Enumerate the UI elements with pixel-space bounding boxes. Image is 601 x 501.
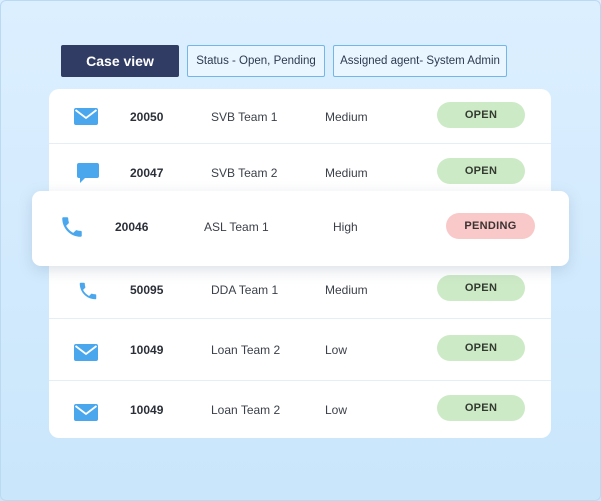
case-id: 10049 — [130, 403, 164, 417]
case-team: ASL Team 1 — [204, 220, 269, 234]
status-badge: OPEN — [437, 102, 525, 128]
case-team: Loan Team 2 — [211, 403, 281, 417]
case-priority: Low — [325, 343, 348, 357]
filter-bar: Case view Status - Open, Pending Assigne… — [61, 45, 507, 77]
case-id: 20050 — [130, 110, 164, 124]
status-badge: OPEN — [437, 395, 525, 421]
case-id: 20047 — [130, 166, 164, 180]
case-row[interactable]: 10049 Loan Team 2 Low OPEN — [49, 381, 551, 437]
case-id: 20046 — [115, 220, 149, 234]
row-divider — [49, 318, 551, 319]
case-row-highlighted[interactable]: 20046 ASL Team 1 High PENDING — [32, 191, 569, 266]
case-priority: Low — [325, 403, 348, 417]
status-badge: PENDING — [446, 213, 535, 239]
case-priority: Medium — [325, 110, 368, 124]
case-team: DDA Team 1 — [211, 283, 279, 297]
case-id: 10049 — [130, 343, 164, 357]
case-row[interactable]: 10049 Loan Team 2 Low OPEN — [49, 321, 551, 377]
case-view-button[interactable]: Case view — [61, 45, 179, 77]
phone-icon — [75, 279, 101, 303]
mail-icon — [73, 104, 99, 128]
mail-icon — [73, 400, 99, 424]
phone-icon — [59, 215, 85, 239]
status-badge: OPEN — [437, 158, 525, 184]
case-team: Loan Team 2 — [211, 343, 281, 357]
assigned-agent-filter-chip[interactable]: Assigned agent- System Admin — [333, 45, 507, 77]
case-row[interactable]: 20050 SVB Team 1 Medium OPEN — [49, 89, 551, 145]
status-badge: OPEN — [437, 275, 525, 301]
mail-icon — [73, 340, 99, 364]
case-priority: Medium — [325, 166, 368, 180]
case-priority: Medium — [325, 283, 368, 297]
case-team: SVB Team 2 — [211, 166, 278, 180]
status-badge: OPEN — [437, 335, 525, 361]
status-filter-chip[interactable]: Status - Open, Pending — [187, 45, 325, 77]
case-row[interactable]: 50095 DDA Team 1 Medium OPEN — [49, 261, 551, 317]
case-id: 50095 — [130, 283, 164, 297]
case-priority: High — [333, 220, 358, 234]
chat-icon — [75, 161, 101, 185]
case-team: SVB Team 1 — [211, 110, 278, 124]
